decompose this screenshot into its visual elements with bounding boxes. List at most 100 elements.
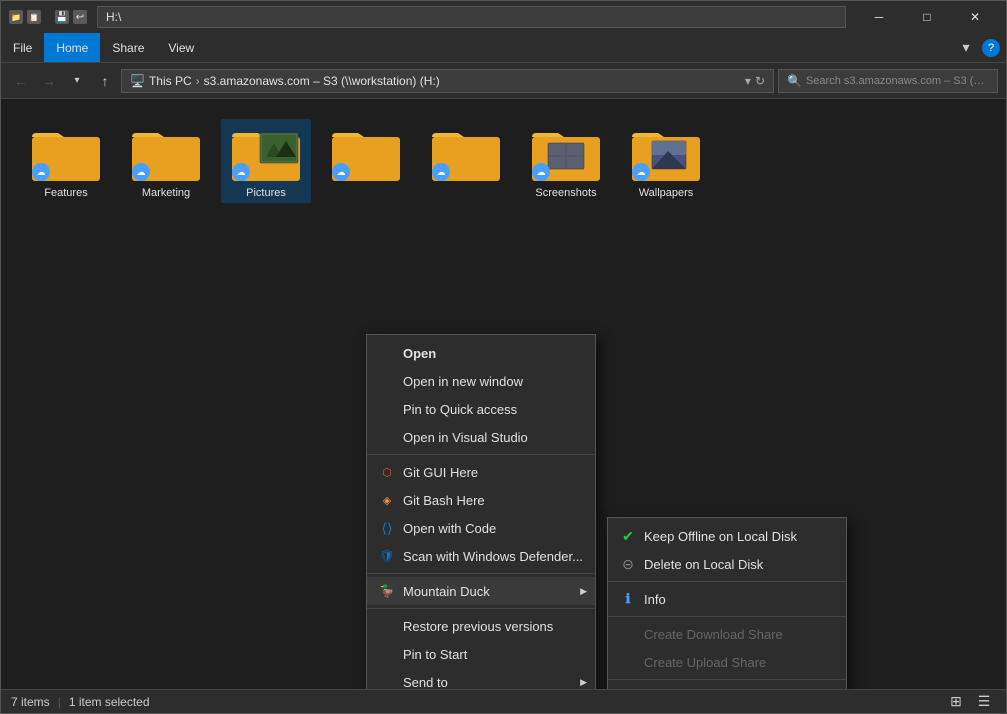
ctx-open[interactable]: Open <box>367 339 595 367</box>
create-upload-share-icon <box>620 654 636 670</box>
file-label-wallpapers: Wallpapers <box>639 187 694 199</box>
nav-up[interactable]: ↑ <box>93 69 117 93</box>
path-text: H:\ <box>106 10 121 24</box>
ctx-info-label: Info <box>644 592 666 607</box>
delete-local-icon: ⊝ <box>620 556 636 572</box>
ctx-keep-offline-label: Keep Offline on Local Disk <box>644 529 797 544</box>
refresh-icon[interactable]: ↻ <box>755 74 765 88</box>
title-path: H:\ <box>97 6 846 28</box>
ctx-delete-local[interactable]: ⊝ Delete on Local Disk <box>608 550 846 578</box>
ctx-info[interactable]: ℹ Info <box>608 585 846 613</box>
cloud-badge-pictures: ☁ <box>232 163 250 181</box>
address-bar: ← → ▾ ↑ 🖥️ This PC › s3.amazonaws.com – … <box>1 63 1006 99</box>
cloud-badge-marketing: ☁ <box>132 163 150 181</box>
menu-bar-right: ▾ ? <box>954 36 1006 60</box>
ctx-keep-offline[interactable]: ✔ Keep Offline on Local Disk <box>608 522 846 550</box>
visual-studio-icon <box>379 429 395 445</box>
window-controls: ─ □ ✕ <box>856 1 998 33</box>
context-menu-primary: Open Open in new window Pin to Quick acc… <box>366 334 596 689</box>
menu-file[interactable]: File <box>1 33 44 62</box>
ctx-sec-sep-2 <box>608 616 846 617</box>
path-dropdown-arrow[interactable]: ▾ <box>745 74 751 88</box>
view-list-btn[interactable]: ☰ <box>972 690 996 714</box>
minimize-button[interactable]: ─ <box>856 1 902 33</box>
pin-start-icon <box>379 646 395 662</box>
file-label-marketing: Marketing <box>142 187 190 199</box>
search-box[interactable]: 🔍 Search s3.amazonaws.com – S3 (\\workst… <box>778 69 998 93</box>
folder-icon-screenshots: ☁ <box>530 123 602 183</box>
info-icon: ℹ <box>620 591 636 607</box>
ctx-create-download-share-label: Create Download Share <box>644 627 783 642</box>
status-item-count: 7 items <box>11 695 50 709</box>
open-icon <box>379 345 395 361</box>
file-item-5[interactable]: ☁ <box>421 119 511 203</box>
app-icon-clipboard: 📋 <box>27 10 41 24</box>
ctx-open-new-window[interactable]: Open in new window <box>367 367 595 395</box>
status-sep: | <box>58 695 61 709</box>
ctx-copy-url[interactable]: 🔗 Copy URL <box>608 683 846 689</box>
menu-help-icon[interactable]: ? <box>982 39 1000 57</box>
file-item-4[interactable]: ☁ <box>321 119 411 203</box>
close-button[interactable]: ✕ <box>952 1 998 33</box>
ctx-git-bash[interactable]: ◈ Git Bash Here <box>367 486 595 514</box>
vscode-icon: ⟨⟩ <box>379 520 395 536</box>
save-icon[interactable]: 💾 <box>55 10 69 24</box>
maximize-button[interactable]: □ <box>904 1 950 33</box>
cloud-badge-screenshots: ☁ <box>532 163 550 181</box>
cloud-badge-4: ☁ <box>332 163 350 181</box>
nav-back[interactable]: ← <box>9 69 33 93</box>
ctx-pin-quick-access[interactable]: Pin to Quick access <box>367 395 595 423</box>
cloud-badge-features: ☁ <box>32 163 50 181</box>
ctx-git-gui[interactable]: ⬡ Git GUI Here <box>367 458 595 486</box>
ctx-restore-label: Restore previous versions <box>403 619 553 634</box>
file-item-screenshots[interactable]: ☁ Screenshots <box>521 119 611 203</box>
undo-icon[interactable]: ↩ <box>73 10 87 24</box>
ctx-open-visual-studio[interactable]: Open in Visual Studio <box>367 423 595 451</box>
address-path-bar[interactable]: 🖥️ This PC › s3.amazonaws.com – S3 (\\wo… <box>121 69 774 93</box>
git-bash-icon: ◈ <box>379 492 395 508</box>
file-item-pictures[interactable]: ☁ Pictures <box>221 119 311 203</box>
restore-versions-icon <box>379 618 395 634</box>
ctx-scan-defender-label: Scan with Windows Defender... <box>403 549 583 564</box>
status-bar: 7 items | 1 item selected ⊞ ☰ <box>1 689 1006 713</box>
ctx-open-code-label: Open with Code <box>403 521 496 536</box>
cloud-badge-5: ☁ <box>432 163 450 181</box>
path-this-pc: This PC <box>149 74 192 88</box>
view-details-btn[interactable]: ⊞ <box>944 690 968 714</box>
mountain-duck-icon: 🦆 <box>379 583 395 599</box>
title-bar: 📁 📋 💾 ↩ H:\ ─ □ ✕ <box>1 1 1006 33</box>
ctx-create-download-share: Create Download Share <box>608 620 846 648</box>
ctx-scan-defender[interactable]: 🛡 Scan with Windows Defender... <box>367 542 595 570</box>
file-item-marketing[interactable]: ☁ Marketing <box>121 119 211 203</box>
ctx-open-with-code[interactable]: ⟨⟩ Open with Code <box>367 514 595 542</box>
status-selected-count: 1 item selected <box>69 695 150 709</box>
menu-chevron-down[interactable]: ▾ <box>954 36 978 60</box>
file-label-pictures: Pictures <box>246 187 286 199</box>
quick-access-bar <box>45 10 51 24</box>
ctx-restore-versions[interactable]: Restore previous versions <box>367 612 595 640</box>
status-bar-right: ⊞ ☰ <box>944 690 996 714</box>
open-new-window-icon <box>379 373 395 389</box>
menu-share[interactable]: Share <box>100 33 156 62</box>
ctx-mountain-duck[interactable]: 🦆 Mountain Duck <box>367 577 595 605</box>
ctx-open-label: Open <box>403 346 436 361</box>
git-gui-icon: ⬡ <box>379 464 395 480</box>
ctx-send-to-label: Send to <box>403 675 448 690</box>
ctx-mountain-duck-label: Mountain Duck <box>403 584 490 599</box>
folder-icon-marketing: ☁ <box>130 123 202 183</box>
folder-icon-4: ☁ <box>330 123 402 183</box>
menu-home[interactable]: Home <box>44 33 100 62</box>
file-item-wallpapers[interactable]: ☁ Wallpapers <box>621 119 711 203</box>
nav-dropdown[interactable]: ▾ <box>65 69 89 93</box>
ctx-create-upload-share-label: Create Upload Share <box>644 655 766 670</box>
file-item-features[interactable]: ☁ Features <box>21 119 111 203</box>
title-bar-icons: 📁 📋 💾 ↩ <box>9 10 87 24</box>
menu-view[interactable]: View <box>156 33 206 62</box>
ctx-pin-start-label: Pin to Start <box>403 647 467 662</box>
ctx-open-vs-label: Open in Visual Studio <box>403 430 528 445</box>
ctx-sep-2 <box>367 573 595 574</box>
ctx-pin-to-start[interactable]: Pin to Start <box>367 640 595 668</box>
window: 📁 📋 💾 ↩ H:\ ─ □ ✕ File Home Share View ▾… <box>0 0 1007 714</box>
ctx-send-to[interactable]: Send to <box>367 668 595 689</box>
nav-forward[interactable]: → <box>37 69 61 93</box>
